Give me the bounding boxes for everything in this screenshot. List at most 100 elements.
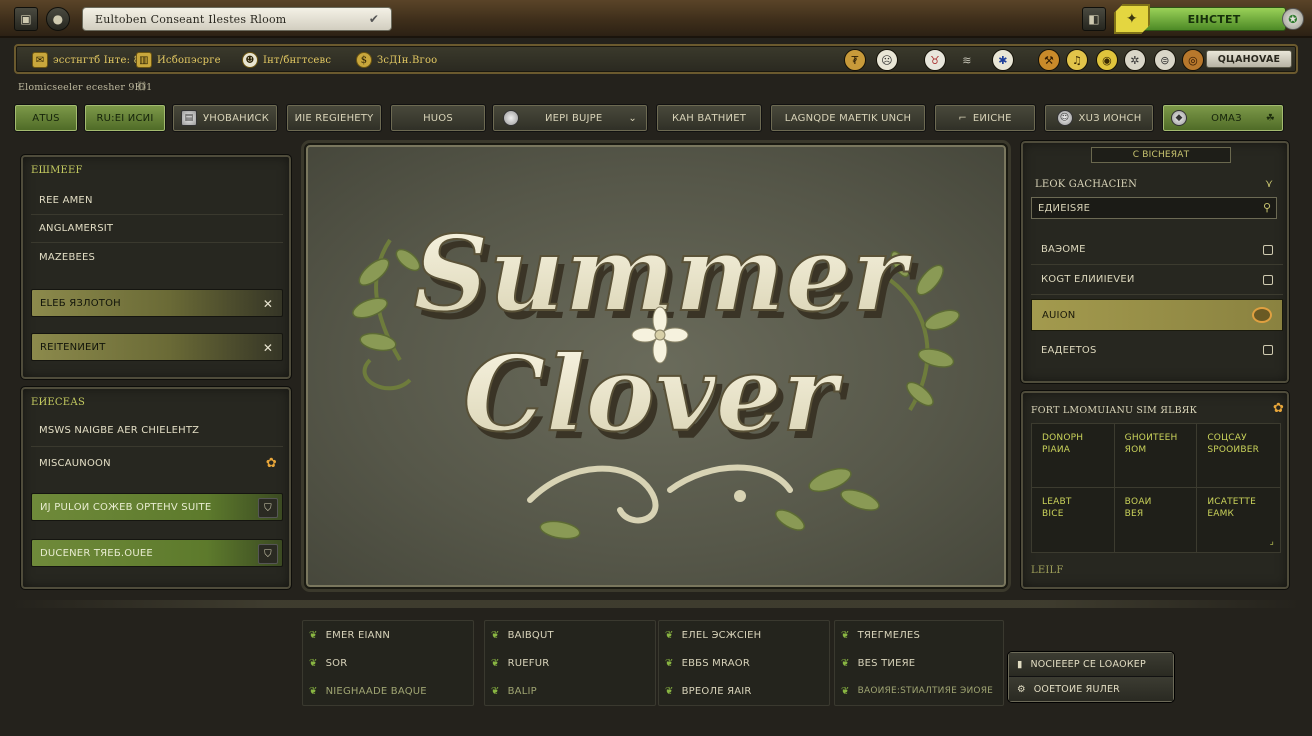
flower-icon[interactable]: ✿ <box>1273 401 1284 416</box>
grid-cell[interactable]: DONOPH PIAИA <box>1032 424 1115 488</box>
close-icon[interactable]: ✕ <box>258 294 278 314</box>
bottom-item[interactable]: ❦ EMER EIANN <box>303 621 473 649</box>
bottom-column: ❦ ЕЛЕL ЭСЖСІЕН ❦ ЕВБS MRAОR ❦ ВРЕОЛЕ ЯAIR <box>658 620 830 706</box>
breadcrumb: Elomicseeler ecesher 9Ю1 <box>18 82 153 93</box>
resource-action-button[interactable]: QЦAНОVAЕ <box>1206 50 1292 68</box>
token-icon[interactable]: ⊜ <box>1154 49 1176 71</box>
toggle-icon[interactable] <box>1252 307 1272 323</box>
bottom-item[interactable]: ❦ ВРЕОЛЕ ЯAIR <box>659 677 829 705</box>
search-input[interactable]: EДИЕІSЯЕ <box>1031 197 1277 219</box>
toolbar-button[interactable]: ☺ ХUЗ ИОНСН <box>1044 104 1154 132</box>
list-item-selected[interactable]: AUION <box>1031 299 1283 331</box>
search-icon[interactable]: ⚲ <box>1263 201 1271 214</box>
bottom-item[interactable]: ❦ ТЯЕГМЕЛЕS <box>835 621 1003 649</box>
shield-icon[interactable]: ⛉ <box>258 544 278 564</box>
resource-item[interactable]: ☻ Інт/бнгтсевс <box>242 50 331 70</box>
leaf-icon: ❦ <box>309 657 318 669</box>
bar-item[interactable]: REIТENИЕИТ ✕ <box>31 333 283 361</box>
resource-item[interactable]: $ ЗсДІн.Вгоо <box>356 50 437 70</box>
list-item[interactable]: КОGТ ЕЛИИІЕVЕИ <box>1031 265 1283 295</box>
pig-icon[interactable]: ♉ <box>924 49 946 71</box>
star-icon[interactable]: ✱ <box>992 49 1014 71</box>
toolbar-dropdown[interactable]: ИЕРІ ВUЈРЕ ⌄ <box>492 104 648 132</box>
bell-icon[interactable]: ♫ <box>1066 49 1088 71</box>
checkbox-icon[interactable] <box>1263 345 1273 355</box>
wings-icon[interactable]: ≋ <box>956 49 978 71</box>
bottom-item[interactable]: ❦ BAIBQUT <box>485 621 655 649</box>
gear-icon[interactable]: ✲ <box>1124 49 1146 71</box>
corner-icon: ⌟ <box>1269 537 1274 547</box>
bottom-item[interactable]: ❦ BALIP <box>485 677 655 705</box>
image-icon: ▤ <box>180 110 197 126</box>
face-icon[interactable]: ☹ <box>876 49 898 71</box>
toolbar-button[interactable]: AТUS <box>14 104 78 132</box>
hammer-icon[interactable]: ⚒ <box>1038 49 1060 71</box>
divider <box>10 600 1302 608</box>
bottom-item[interactable]: ❦ ЕВБS MRAОR <box>659 649 829 677</box>
popup-item[interactable]: ▮ NOCIЕЕЕР СЕ LОАОКЕР <box>1009 653 1173 677</box>
check-icon[interactable]: ✔ <box>364 10 384 28</box>
face-icon: ☻ <box>242 52 258 68</box>
grid-cell[interactable]: СОЦСАУ SРООИВЕR <box>1197 424 1280 488</box>
shield-icon[interactable]: ⛉ <box>258 498 278 518</box>
list-item[interactable]: MSWS NAIGBE AER CHIЕLЕНТZ <box>31 415 283 447</box>
path-icon: ⌐ <box>958 112 967 124</box>
bottom-item[interactable]: ❦ ВАОИЯЕ:STИАЛТИЯЕ ЭИОЯЕ <box>835 677 1003 705</box>
shield-icon[interactable]: ◎ <box>1182 49 1204 71</box>
grid-cell[interactable]: ВОАИ ВЕЯ <box>1115 488 1198 552</box>
bar-item[interactable]: ИJ РULОИ СОЖЕВ ОРТЕНV SUITE ⛉ <box>31 493 283 521</box>
option-list: ВАЭОМЕ КОGТ ЕЛИИІЕVЕИ AUION ЕАДЕЕТОS <box>1031 235 1283 365</box>
resource-item[interactable]: ✉ эсстнгтб Інте: 8 <box>32 50 140 70</box>
item-list: MSWS NAIGBE AER CHIЕLЕНТZ MISCAUNOON ✿ <box>31 415 283 479</box>
expand-icon[interactable]: ⋎ <box>1265 177 1273 190</box>
top-action-button[interactable]: ЕІНСТЕТ <box>1142 7 1286 31</box>
grid-cell[interactable]: LЕАВТ ВІСЕ <box>1032 488 1115 552</box>
list-item[interactable]: ЕАДЕЕТОS <box>1031 335 1283 365</box>
bottom-item[interactable]: ❦ ЕЛЕL ЭСЖСІЕН <box>659 621 829 649</box>
coin-icon[interactable]: ◉ <box>1096 49 1118 71</box>
toolbar-button[interactable]: КАН ВАТНИЕТ <box>656 104 762 132</box>
list-item[interactable]: MISCAUNOON ✿ <box>31 447 283 479</box>
settings-icon[interactable]: ✪ <box>1282 8 1304 30</box>
checkbox-icon[interactable] <box>1263 274 1273 285</box>
toolbar-button-label: EИІСНЕ <box>972 112 1012 124</box>
toolbar-button-label: ОМАЗ <box>1211 112 1242 124</box>
alert-icon[interactable]: ◧ <box>1082 7 1106 31</box>
record-icon[interactable]: ● <box>46 7 70 31</box>
close-icon[interactable]: ✕ <box>258 338 278 358</box>
toolbar-button-label: ХUЗ ИОНСН <box>1078 112 1142 124</box>
leaf-icon: ❦ <box>665 685 674 697</box>
gold-icon[interactable]: ₮ <box>844 49 866 71</box>
panel-title: ЕИЕСЕАS <box>31 397 86 408</box>
address-bar[interactable]: Eultoben Conseant Ilestes Rloom <box>82 7 392 31</box>
resource-item[interactable]: ▥ Иcбопэсрге <box>136 50 221 70</box>
grid-cell[interactable]: ИСАТЕТТЕ ЕАМК ⌟ <box>1197 488 1280 552</box>
laurel-left <box>352 238 421 391</box>
list-item[interactable]: REE AMEN <box>31 187 283 215</box>
list-item[interactable]: MAZEBEES <box>31 243 283 271</box>
leaf-icon: ❦ <box>491 685 500 697</box>
toolbar-button[interactable]: ▤ УНОВАНИСК <box>172 104 278 132</box>
toolbar-button[interactable]: ИIE REGIEHETY <box>286 104 382 132</box>
bar-item-label: ELEБ ЯЗЛОТОН <box>40 297 121 309</box>
bottom-item[interactable]: ❦ ВЕS ТИЕЯЕ <box>835 649 1003 677</box>
toolbar-button[interactable]: НUOS <box>390 104 486 132</box>
panel-footer: LEILF <box>1031 565 1064 576</box>
grid-cell[interactable]: GНОИТЕЕН ЯОМ <box>1114 424 1198 488</box>
checkbox-icon[interactable] <box>1263 244 1273 255</box>
bottom-item[interactable]: ❦ SOR <box>303 649 473 677</box>
bar-item[interactable]: ELEБ ЯЗЛОТОН ✕ <box>31 289 283 317</box>
toolbar-button[interactable]: ◆ ОМАЗ ☘ <box>1162 104 1284 132</box>
toolbar-button[interactable]: RU:EI ИСИI <box>84 104 166 132</box>
popup-item[interactable]: ⚙ ООЕТОИЕ ЯUЛЕR <box>1009 677 1173 701</box>
toolbar-button[interactable]: ⌐ EИІСНЕ <box>934 104 1036 132</box>
gem-icon: ◆ <box>1171 110 1187 126</box>
list-item-label: ЕАДЕЕТОS <box>1041 344 1097 356</box>
bottom-item[interactable]: ❦ RUEFUR <box>485 649 655 677</box>
bottom-item[interactable]: ❦ NIEGHAADE BAQUE <box>303 677 473 705</box>
list-item[interactable]: ANGLAMERSIT <box>31 215 283 243</box>
toolbar-button[interactable]: LAGNQDE MAETIK UNCH <box>770 104 926 132</box>
bar-item[interactable]: DUCENER ТЯЕБ.OUЕE ⛉ <box>31 539 283 567</box>
menu-icon[interactable]: ▣ <box>14 7 38 31</box>
list-item[interactable]: ВАЭОМЕ <box>1031 235 1283 265</box>
